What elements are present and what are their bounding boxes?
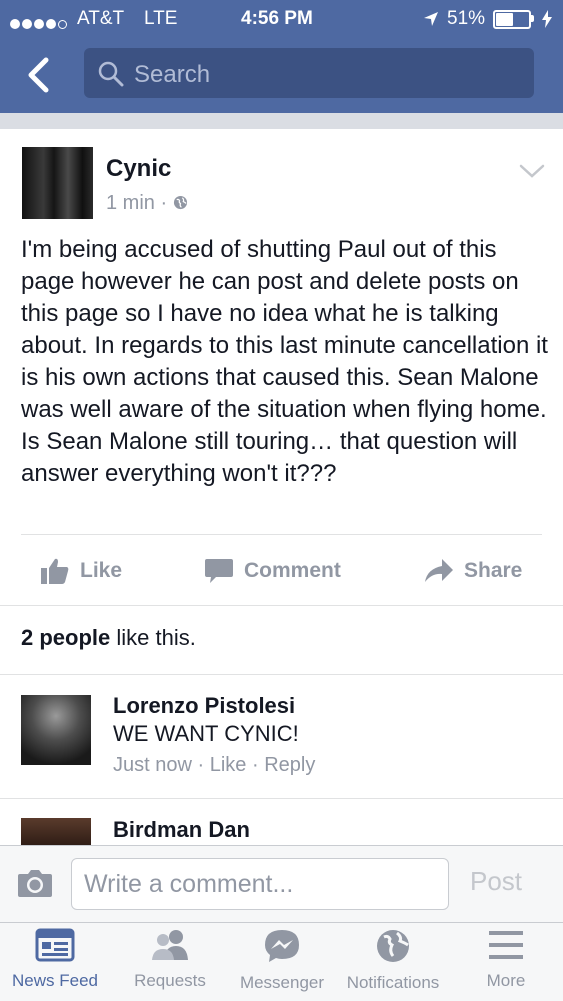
thumbs-up-icon (41, 558, 69, 584)
menu-icon (489, 931, 523, 959)
comment-input[interactable] (71, 858, 449, 910)
tab-news-feed[interactable]: News Feed (5, 928, 105, 991)
avatar[interactable] (21, 695, 91, 765)
tab-label: Requests (134, 971, 206, 990)
news-feed-icon (35, 928, 75, 962)
share-arrow-icon (425, 559, 453, 582)
meta-separator: · (160, 192, 173, 214)
search-placeholder: Search (134, 61, 211, 88)
share-button[interactable]: Share (424, 555, 522, 587)
globe-icon (377, 930, 409, 962)
tab-more[interactable]: More (456, 928, 556, 991)
globe-icon (173, 195, 187, 210)
post-time[interactable]: 1 min (106, 192, 155, 214)
network-label: LTE (144, 8, 178, 29)
post-meta: 1 min · (106, 192, 188, 215)
likes-suffix: like this. (110, 625, 196, 650)
meta-separator: · (197, 754, 210, 776)
comment-time: Just now (113, 754, 192, 776)
share-label: Share (464, 559, 523, 582)
charging-bolt-icon (542, 10, 552, 28)
comment-bubble-icon (205, 559, 233, 583)
friends-icon (152, 930, 188, 960)
meta-separator: · (251, 754, 265, 776)
tab-messenger[interactable]: Messenger (232, 928, 332, 993)
comment-label: Comment (244, 559, 341, 582)
search-icon (98, 61, 124, 87)
comment-text: WE WANT CYNIC! (113, 721, 299, 746)
likes-count: 2 people (21, 625, 111, 650)
chevron-down-icon[interactable] (519, 163, 545, 179)
page-avatar[interactable] (22, 147, 93, 219)
like-label: Like (80, 559, 123, 582)
camera-icon[interactable] (17, 868, 53, 898)
tab-label: Messenger (239, 973, 325, 992)
divider (0, 798, 563, 799)
tab-label: More (486, 971, 526, 990)
tab-requests[interactable]: Requests (120, 928, 220, 991)
search-input[interactable]: Search (84, 48, 534, 98)
like-button[interactable]: Like (40, 555, 122, 587)
post-comment-button[interactable]: Post (470, 866, 522, 897)
comment-meta: Just now · Like · Reply (113, 754, 315, 777)
signal-strength-icon (10, 13, 69, 35)
back-chevron-icon[interactable] (26, 57, 50, 93)
battery-nub (531, 15, 534, 22)
feed-divider (0, 113, 563, 129)
status-bar: AT&T LTE 4:56 PM 51% (0, 0, 563, 38)
battery-percent: 51% (447, 8, 486, 29)
messenger-icon (265, 930, 299, 962)
carrier-label: AT&T (77, 8, 125, 29)
comment-author[interactable]: Lorenzo Pistolesi (113, 693, 295, 719)
post-author[interactable]: Cynic (106, 155, 171, 183)
comment-like-link[interactable]: Like (210, 754, 247, 776)
tab-notifications[interactable]: Notifications (343, 928, 443, 993)
divider (0, 605, 563, 606)
avatar[interactable] (21, 818, 91, 848)
battery-icon (493, 10, 531, 29)
tab-label: News Feed (12, 971, 98, 990)
divider (0, 674, 563, 675)
location-arrow-icon (424, 12, 438, 26)
comment-author[interactable]: Birdman Dan (113, 817, 250, 843)
comment-reply-link[interactable]: Reply (264, 754, 315, 776)
likes-summary[interactable]: 2 people like this. (21, 625, 196, 651)
post-text: I'm being accused of shutting Paul out o… (21, 236, 548, 487)
clock: 4:56 PM (241, 8, 313, 29)
divider (21, 534, 542, 535)
comment-button[interactable]: Comment (204, 555, 341, 587)
tab-label: Notifications (346, 973, 440, 992)
